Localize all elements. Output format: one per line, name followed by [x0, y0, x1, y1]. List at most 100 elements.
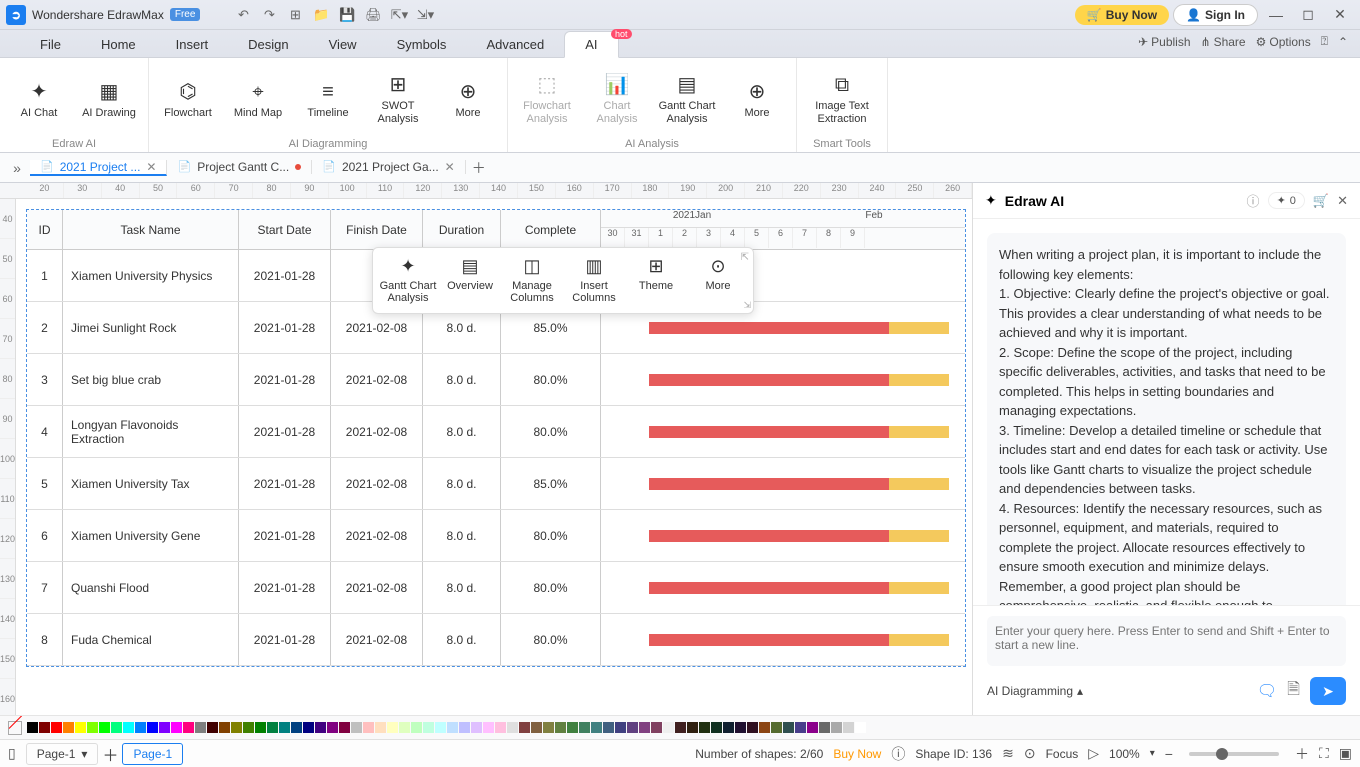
- image-text-button[interactable]: ⧉Image Text Extraction: [807, 64, 877, 136]
- color-swatch[interactable]: [495, 722, 506, 733]
- color-swatch[interactable]: [519, 722, 530, 733]
- color-swatch[interactable]: [843, 722, 854, 733]
- close-tab-icon[interactable]: ✕: [146, 160, 156, 174]
- timeline-button[interactable]: ≡Timeline: [299, 64, 357, 136]
- ft-gantt-analysis[interactable]: ✦Gantt Chart Analysis: [377, 256, 439, 305]
- color-swatch[interactable]: [543, 722, 554, 733]
- color-swatch[interactable]: [387, 722, 398, 733]
- color-swatch[interactable]: [351, 722, 362, 733]
- color-swatch[interactable]: [159, 722, 170, 733]
- ai-mode-dropdown[interactable]: AI Diagramming ▴: [987, 684, 1083, 698]
- color-swatch[interactable]: [759, 722, 770, 733]
- ft-overview[interactable]: ▤Overview: [439, 256, 501, 305]
- color-swatch[interactable]: [363, 722, 374, 733]
- color-swatch[interactable]: [339, 722, 350, 733]
- color-swatch[interactable]: [795, 722, 806, 733]
- pin-icon[interactable]: ⇱: [741, 252, 749, 263]
- color-swatch[interactable]: [807, 722, 818, 733]
- color-swatch[interactable]: [135, 722, 146, 733]
- color-swatch[interactable]: [507, 722, 518, 733]
- undo-icon[interactable]: ↶: [232, 4, 254, 26]
- color-swatch[interactable]: [435, 722, 446, 733]
- color-swatch[interactable]: [531, 722, 542, 733]
- ai-query-input[interactable]: [987, 616, 1346, 666]
- export-icon[interactable]: ⇱▾: [388, 4, 410, 26]
- token-count[interactable]: ✦ 0: [1268, 192, 1305, 209]
- open-icon[interactable]: 📁: [310, 4, 332, 26]
- color-swatch[interactable]: [783, 722, 794, 733]
- more-diagramming-button[interactable]: ⊕More: [439, 64, 497, 136]
- gantt-row[interactable]: 3Set big blue crab2021-01-282021-02-088.…: [27, 354, 965, 406]
- collapse-ribbon-icon[interactable]: ⌃: [1338, 35, 1348, 49]
- add-page-button[interactable]: ＋: [102, 742, 118, 766]
- flowchart-button[interactable]: ⌬Flowchart: [159, 64, 217, 136]
- menu-symbols[interactable]: Symbols: [377, 32, 467, 57]
- color-swatch[interactable]: [39, 722, 50, 733]
- info-icon[interactable]: ⓘ: [891, 744, 905, 764]
- layers-icon[interactable]: ≋: [1002, 745, 1014, 762]
- color-swatch[interactable]: [723, 722, 734, 733]
- close-panel-icon[interactable]: ✕: [1337, 193, 1348, 209]
- zoom-value[interactable]: 100%: [1109, 747, 1140, 761]
- color-swatch[interactable]: [147, 722, 158, 733]
- color-swatch[interactable]: [171, 722, 182, 733]
- redo-icon[interactable]: ↷: [258, 4, 280, 26]
- play-icon[interactable]: ▷: [1088, 745, 1099, 762]
- page-tab-1[interactable]: Page-1: [122, 743, 183, 765]
- color-swatch[interactable]: [651, 722, 662, 733]
- page-panel-icon[interactable]: ▯: [8, 745, 16, 762]
- close-tab-icon[interactable]: ✕: [445, 160, 455, 174]
- color-swatch[interactable]: [771, 722, 782, 733]
- color-swatch[interactable]: [687, 722, 698, 733]
- no-fill-swatch[interactable]: [8, 721, 22, 735]
- menu-advanced[interactable]: Advanced: [466, 32, 564, 57]
- color-swatch[interactable]: [75, 722, 86, 733]
- cart-icon[interactable]: 🛒: [1313, 193, 1329, 209]
- color-swatch[interactable]: [627, 722, 638, 733]
- print-icon[interactable]: 🖨: [362, 4, 384, 26]
- ai-drawing-button[interactable]: ▦AI Drawing: [80, 64, 138, 136]
- color-swatch[interactable]: [735, 722, 746, 733]
- document-tab[interactable]: 📄Project Gantt C...: [167, 160, 312, 174]
- color-swatch[interactable]: [255, 722, 266, 733]
- buy-now-link[interactable]: Buy Now: [833, 747, 881, 761]
- color-swatch[interactable]: [99, 722, 110, 733]
- swot-button[interactable]: ⊞SWOT Analysis: [369, 64, 427, 136]
- notification-icon[interactable]: ⍰: [1321, 34, 1328, 49]
- ai-help-icon[interactable]: ⓘ: [1247, 191, 1260, 210]
- ai-chat-button[interactable]: ✦AI Chat: [10, 64, 68, 136]
- flowchart-analysis-button[interactable]: ⬚Flowchart Analysis: [518, 64, 576, 136]
- gantt-analysis-button[interactable]: ▤Gantt Chart Analysis: [658, 64, 716, 136]
- color-swatch[interactable]: [411, 722, 422, 733]
- color-swatch[interactable]: [111, 722, 122, 733]
- color-swatch[interactable]: [447, 722, 458, 733]
- save-icon[interactable]: 💾: [336, 4, 358, 26]
- fullscreen-icon[interactable]: ▣: [1339, 745, 1352, 762]
- zoom-in-icon[interactable]: ＋: [1295, 744, 1309, 764]
- color-swatch[interactable]: [327, 722, 338, 733]
- color-swatch[interactable]: [831, 722, 842, 733]
- attach-icon[interactable]: 🗨: [1257, 681, 1277, 701]
- ft-manage-columns[interactable]: ◫Manage Columns: [501, 256, 563, 305]
- color-swatch[interactable]: [183, 722, 194, 733]
- color-swatch[interactable]: [51, 722, 62, 733]
- menu-design[interactable]: Design: [228, 32, 308, 57]
- color-swatch[interactable]: [399, 722, 410, 733]
- share-button[interactable]: ⋔ Share: [1201, 35, 1246, 49]
- ft-theme[interactable]: ⊞Theme: [625, 256, 687, 305]
- color-swatch[interactable]: [231, 722, 242, 733]
- menu-ai[interactable]: AIhot: [564, 31, 618, 58]
- menu-view[interactable]: View: [309, 32, 377, 57]
- color-swatch[interactable]: [675, 722, 686, 733]
- color-swatch[interactable]: [459, 722, 470, 733]
- mindmap-button[interactable]: ⌖Mind Map: [229, 64, 287, 136]
- color-swatch[interactable]: [819, 722, 830, 733]
- color-swatch[interactable]: [195, 722, 206, 733]
- close-window-icon[interactable]: ✕: [1326, 1, 1354, 29]
- more-analysis-button[interactable]: ⊕More: [728, 64, 786, 136]
- color-swatch[interactable]: [483, 722, 494, 733]
- color-swatch[interactable]: [615, 722, 626, 733]
- color-swatch[interactable]: [579, 722, 590, 733]
- gantt-row[interactable]: 6Xiamen University Gene2021-01-282021-02…: [27, 510, 965, 562]
- color-swatch[interactable]: [87, 722, 98, 733]
